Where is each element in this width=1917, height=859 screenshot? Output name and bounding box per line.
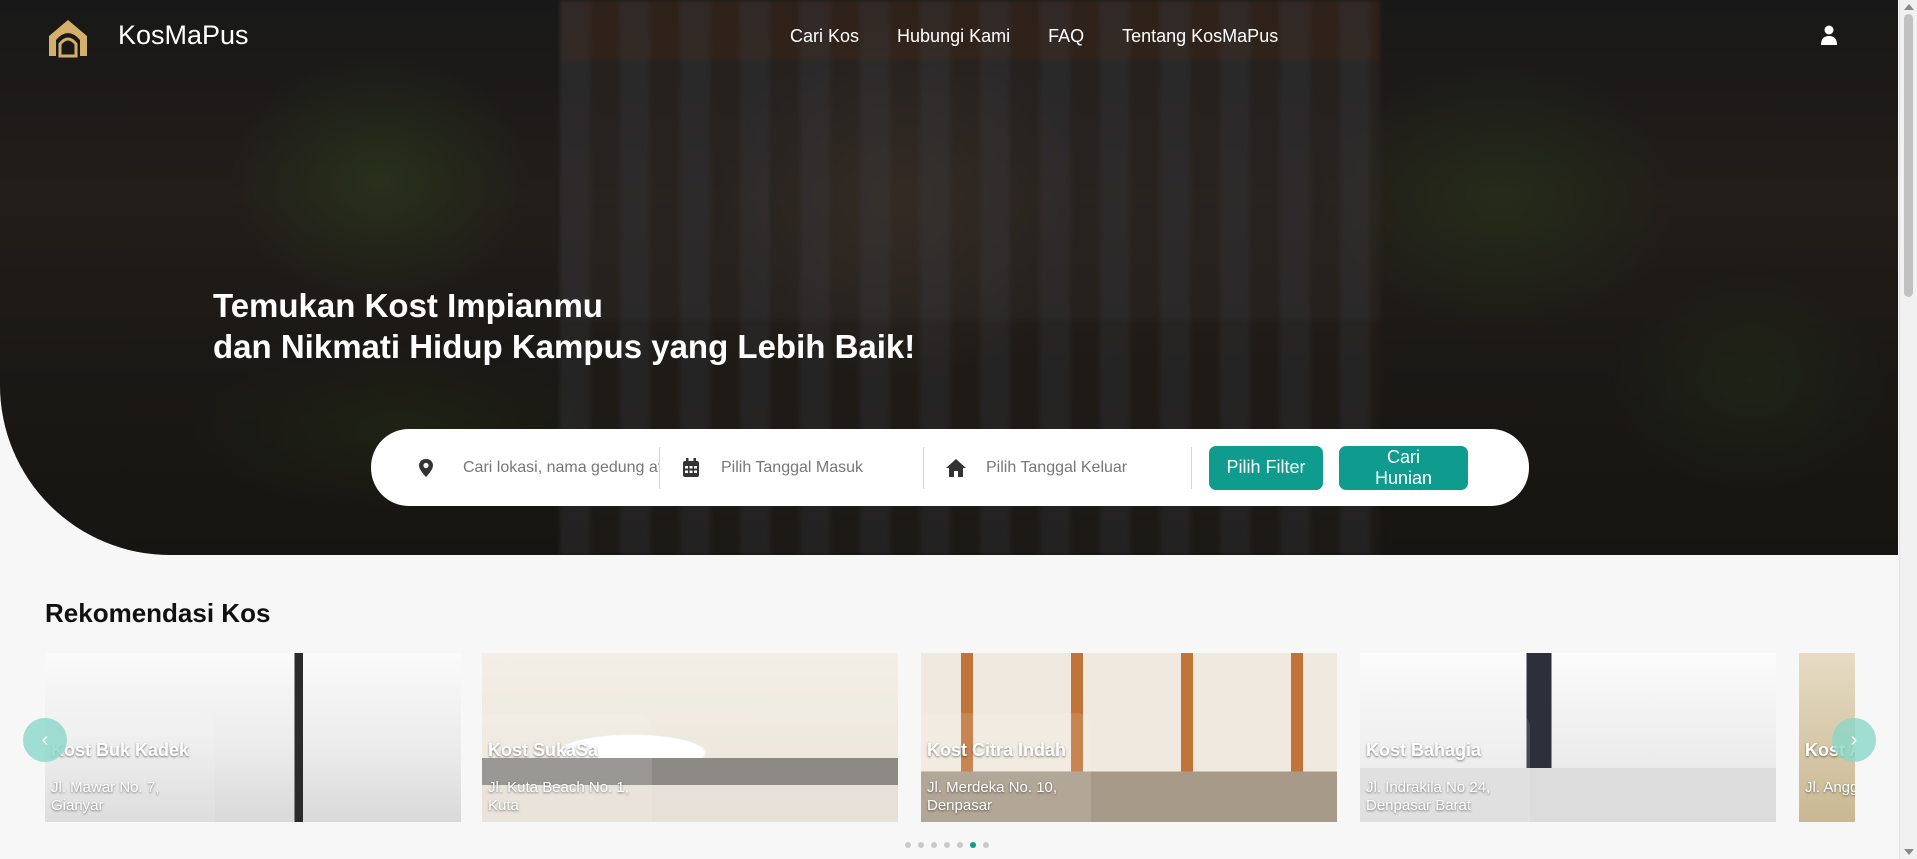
kos-name: Kost SukaSa — [488, 740, 599, 760]
carousel-pagination — [905, 842, 989, 848]
kos-name: Kost Bahagia — [1366, 740, 1482, 760]
scrollbar-thumb[interactable] — [1904, 14, 1913, 297]
scroll-down-icon[interactable] — [1904, 849, 1914, 855]
kos-address: Jl. Mawar No. 7, Gianyar — [51, 779, 160, 814]
carousel-dot[interactable] — [944, 842, 950, 848]
kos-address: Jl. Anggrek, Badung — [1805, 779, 1855, 796]
kos-card[interactable]: Kost Bahagia Jl. Indrakila No 24, Denpas… — [1360, 653, 1776, 822]
nav-item-tentang[interactable]: Tentang KosMaPus — [1122, 26, 1278, 47]
page-scrollbar[interactable] — [1899, 0, 1917, 859]
brand-name[interactable]: KosMaPus — [118, 20, 249, 51]
nav-item-faq[interactable]: FAQ — [1048, 26, 1084, 47]
user-icon[interactable] — [1820, 25, 1838, 45]
scroll-up-icon[interactable] — [1904, 4, 1914, 10]
search-divider — [1191, 446, 1192, 489]
kos-address: Jl. Indrakila No 24, Denpasar Barat — [1366, 779, 1491, 814]
chevron-right-icon: › — [1850, 728, 1858, 751]
carousel-next-button[interactable]: › — [1832, 718, 1876, 762]
recommendation-carousel: Kost Buk Kadek Jl. Mawar No. 7, Gianyar … — [45, 653, 1855, 823]
kos-address: Jl. Merdeka No. 10, Denpasar — [927, 779, 1058, 814]
filter-button[interactable]: Pilih Filter — [1209, 445, 1323, 490]
kos-card[interactable]: Kost Citra Indah Jl. Merdeka No. 10, Den… — [921, 653, 1337, 822]
carousel-dot-active[interactable] — [970, 842, 976, 848]
checkin-date-input[interactable] — [721, 446, 911, 489]
nav-item-cari-kos[interactable]: Cari Kos — [790, 26, 859, 47]
home-icon — [946, 458, 966, 477]
map-pin-icon — [419, 458, 433, 477]
carousel-dot[interactable] — [918, 842, 924, 848]
section-title: Rekomendasi Kos — [45, 598, 271, 628]
headline-line-1: Temukan Kost Impianmu — [213, 287, 603, 324]
location-search-input[interactable] — [463, 446, 659, 489]
checkout-segment — [934, 446, 1191, 489]
kos-address: Jl. Kuta Beach No. 1, Kuta — [488, 779, 629, 814]
checkin-segment — [670, 446, 923, 489]
hero-headline: Temukan Kost Impianmu dan Nikmati Hidup … — [213, 285, 915, 367]
location-segment — [417, 446, 659, 489]
kos-card[interactable]: Kost Buk Kadek Jl. Mawar No. 7, Gianyar — [45, 653, 461, 822]
carousel-dot[interactable] — [905, 842, 911, 848]
nav-item-hubungi-kami[interactable]: Hubungi Kami — [897, 26, 1010, 47]
kos-name: Kost Citra Indah — [927, 740, 1067, 760]
carousel-dot[interactable] — [983, 842, 989, 848]
carousel-dot[interactable] — [957, 842, 963, 848]
checkout-date-input[interactable] — [986, 446, 1181, 489]
house-arch-logo-icon[interactable] — [46, 16, 90, 58]
chevron-left-icon: ‹ — [41, 728, 49, 751]
search-button[interactable]: Cari Hunian — [1339, 445, 1468, 490]
main-nav: Cari Kos Hubungi Kami FAQ Tentang KosMaP… — [790, 26, 1278, 47]
calendar-icon — [683, 457, 699, 477]
carousel-prev-button[interactable]: ‹ — [23, 718, 67, 762]
kos-card[interactable]: Kost SukaSa Jl. Kuta Beach No. 1, Kuta — [482, 653, 898, 822]
search-divider — [923, 446, 924, 489]
search-divider — [659, 446, 660, 489]
carousel-dot[interactable] — [931, 842, 937, 848]
headline-line-2: dan Nikmati Hidup Kampus yang Lebih Baik… — [213, 328, 916, 365]
search-bar: Pilih Filter Cari Hunian — [371, 429, 1529, 506]
kos-name: Kost Buk Kadek — [51, 740, 190, 760]
